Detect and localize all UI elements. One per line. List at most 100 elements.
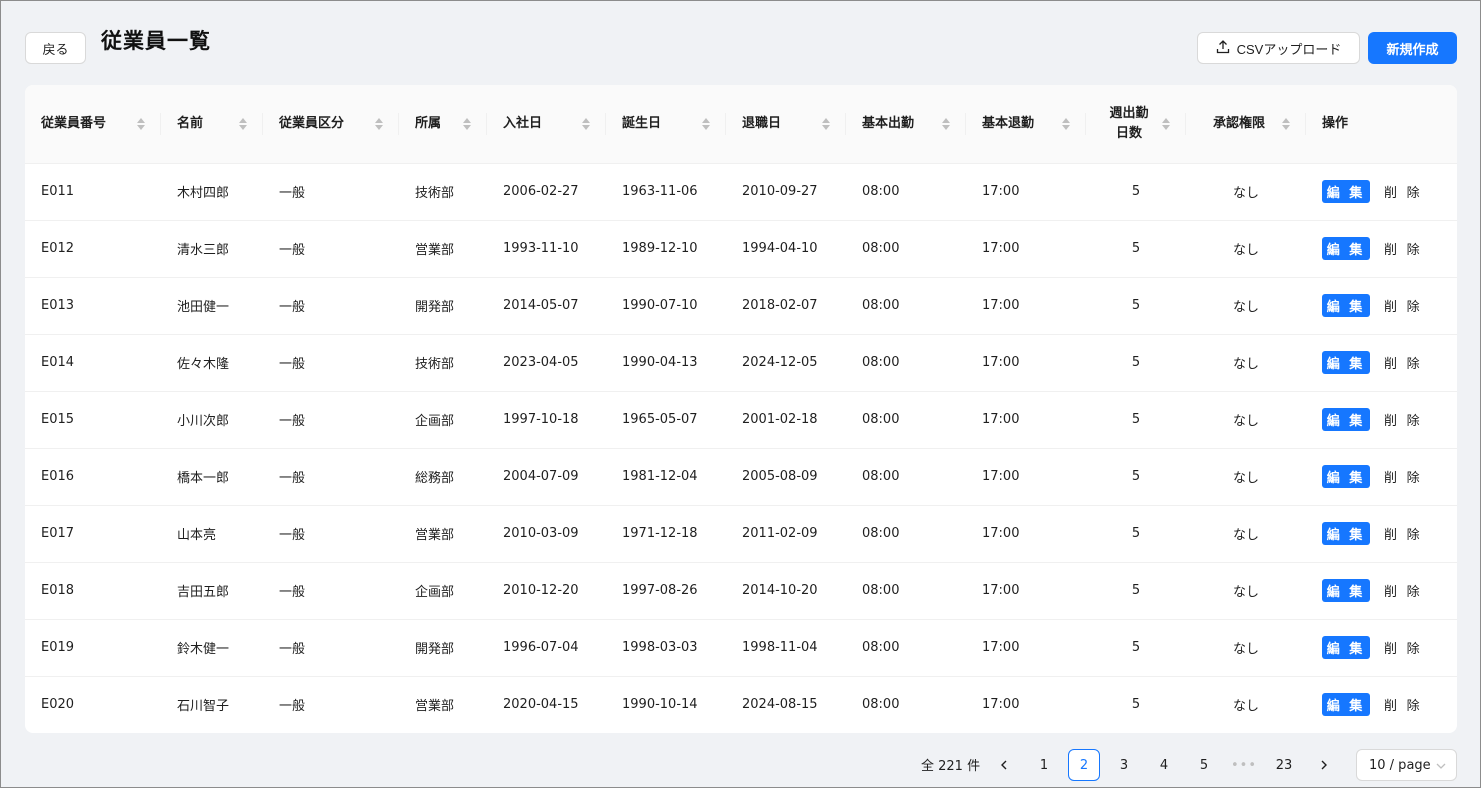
delete-button[interactable]: 削 除 [1384, 410, 1423, 429]
sort-icon[interactable] [1062, 117, 1070, 130]
table-row: E016 橋本一郎 一般 総務部 2004-07-09 1981-12-04 2005-08… [25, 448, 1457, 506]
table-cell: 1996-07-04 [487, 619, 606, 677]
column-header-label: 従業員番号 [41, 115, 107, 131]
table-cell: 17:00 [966, 334, 1086, 392]
edit-button[interactable]: 編 集 [1322, 294, 1370, 317]
column-header[interactable]: 退職日 [726, 85, 846, 164]
edit-button[interactable]: 編 集 [1322, 351, 1370, 374]
column-header[interactable]: 基本退勤 [966, 85, 1086, 164]
sort-icon[interactable] [582, 117, 590, 130]
column-header[interactable]: 名前 [161, 85, 263, 164]
edit-button[interactable]: 編 集 [1322, 408, 1370, 431]
table-row: E012 清水三郎 一般 営業部 1993-11-10 1989-12-10 1994-04… [25, 220, 1457, 278]
delete-button[interactable]: 削 除 [1384, 638, 1423, 657]
column-header[interactable]: 入社日 [487, 85, 606, 164]
column-header[interactable]: 週出勤 日数 [1086, 85, 1186, 164]
column-header[interactable]: 従業員区分 [263, 85, 399, 164]
edit-button[interactable]: 編 集 [1322, 636, 1370, 659]
table-cell: 08:00 [846, 334, 966, 392]
delete-button[interactable]: 削 除 [1384, 524, 1423, 543]
table-cell: 1998-11-04 [726, 619, 846, 677]
edit-button[interactable]: 編 集 [1322, 180, 1370, 203]
edit-button[interactable]: 編 集 [1322, 579, 1370, 602]
table-cell: 08:00 [846, 562, 966, 620]
column-header[interactable]: 基本出勤 [846, 85, 966, 164]
edit-button[interactable]: 編 集 [1322, 522, 1370, 545]
delete-button[interactable]: 削 除 [1384, 695, 1423, 714]
prev-page-icon[interactable] [988, 749, 1020, 781]
page-number-4[interactable]: 4 [1148, 749, 1180, 781]
edit-button[interactable]: 編 集 [1322, 693, 1370, 716]
page-size-select[interactable]: 10 / page [1356, 749, 1457, 781]
delete-button[interactable]: 削 除 [1384, 467, 1423, 486]
actions-cell: 編 集削 除 [1306, 505, 1457, 563]
column-header[interactable]: 誕生日 [606, 85, 726, 164]
sort-icon[interactable] [702, 117, 710, 130]
table-cell: 08:00 [846, 676, 966, 733]
table-cell: 山本亮 [161, 505, 263, 563]
sort-icon[interactable] [822, 117, 830, 130]
sort-icon[interactable] [942, 117, 950, 130]
page-number-1[interactable]: 1 [1028, 749, 1060, 781]
column-header[interactable]: 所属 [399, 85, 487, 164]
column-header[interactable]: 承認権限 [1186, 85, 1306, 164]
table-cell: 一般 [263, 334, 399, 392]
page-number-3[interactable]: 3 [1108, 749, 1140, 781]
table-cell: 1971-12-18 [606, 505, 726, 563]
delete-button[interactable]: 削 除 [1384, 182, 1423, 201]
table-cell: 石川智子 [161, 676, 263, 733]
table-header-row: 従業員番号 名前 従業員区分 所属 入社日 誕生日 退職日 基本出勤 基本退勤 週出勤 日数 承認権… [25, 85, 1457, 164]
table-cell: 5 [1086, 676, 1186, 733]
table-cell: E012 [25, 220, 161, 278]
delete-button[interactable]: 削 除 [1384, 581, 1423, 600]
column-header-label: 承認権限 [1212, 115, 1265, 131]
delete-button[interactable]: 削 除 [1384, 239, 1423, 258]
sort-icon[interactable] [1162, 117, 1170, 130]
table-cell: 2014-05-07 [487, 277, 606, 335]
table-cell: 一般 [263, 277, 399, 335]
table-row: E013 池田健一 一般 開発部 2014-05-07 1990-07-10 2018-02… [25, 277, 1457, 335]
table-cell: 2014-10-20 [726, 562, 846, 620]
table-cell: 1997-10-18 [487, 391, 606, 449]
table-cell: 一般 [263, 562, 399, 620]
sort-icon[interactable] [463, 117, 471, 130]
table-cell: なし [1186, 163, 1306, 221]
page-number-23[interactable]: 23 [1268, 749, 1300, 781]
back-button[interactable]: 戻る [25, 32, 86, 64]
table-cell: 佐々木隆 [161, 334, 263, 392]
sort-icon[interactable] [1282, 117, 1290, 130]
sort-icon[interactable] [137, 117, 145, 130]
table-cell: E018 [25, 562, 161, 620]
table-cell: 17:00 [966, 163, 1086, 221]
delete-button[interactable]: 削 除 [1384, 353, 1423, 372]
table-cell: なし [1186, 562, 1306, 620]
csv-upload-label: CSVアップロード [1236, 41, 1342, 57]
page-number-2[interactable]: 2 [1068, 749, 1100, 781]
table-row: E011 木村四郎 一般 技術部 2006-02-27 1963-11-06 2010-09… [25, 163, 1457, 221]
table-cell: 2011-02-09 [726, 505, 846, 563]
table-cell: 企画部 [399, 562, 487, 620]
edit-button[interactable]: 編 集 [1322, 237, 1370, 260]
column-header[interactable]: 従業員番号 [25, 85, 161, 164]
column-header-label: 週出勤 日数 [1109, 105, 1149, 141]
table-cell: なし [1186, 391, 1306, 449]
table-cell: E020 [25, 676, 161, 733]
sort-icon[interactable] [375, 117, 383, 130]
actions-cell: 編 集削 除 [1306, 220, 1457, 278]
page-number-5[interactable]: 5 [1188, 749, 1220, 781]
new-button[interactable]: 新規作成 [1368, 32, 1457, 64]
table-cell: なし [1186, 220, 1306, 278]
pagination-ellipsis[interactable]: ••• [1228, 749, 1260, 781]
sort-icon[interactable] [239, 117, 247, 130]
csv-upload-button[interactable]: CSVアップロード [1197, 32, 1360, 64]
table-cell: 開発部 [399, 277, 487, 335]
table-cell: 08:00 [846, 619, 966, 677]
table-cell: 2023-04-05 [487, 334, 606, 392]
table-cell: 17:00 [966, 676, 1086, 733]
table-cell: 2010-12-20 [487, 562, 606, 620]
next-page-icon[interactable] [1308, 749, 1340, 781]
table-cell: 営業部 [399, 676, 487, 733]
table-cell: 2024-08-15 [726, 676, 846, 733]
delete-button[interactable]: 削 除 [1384, 296, 1423, 315]
edit-button[interactable]: 編 集 [1322, 465, 1370, 488]
